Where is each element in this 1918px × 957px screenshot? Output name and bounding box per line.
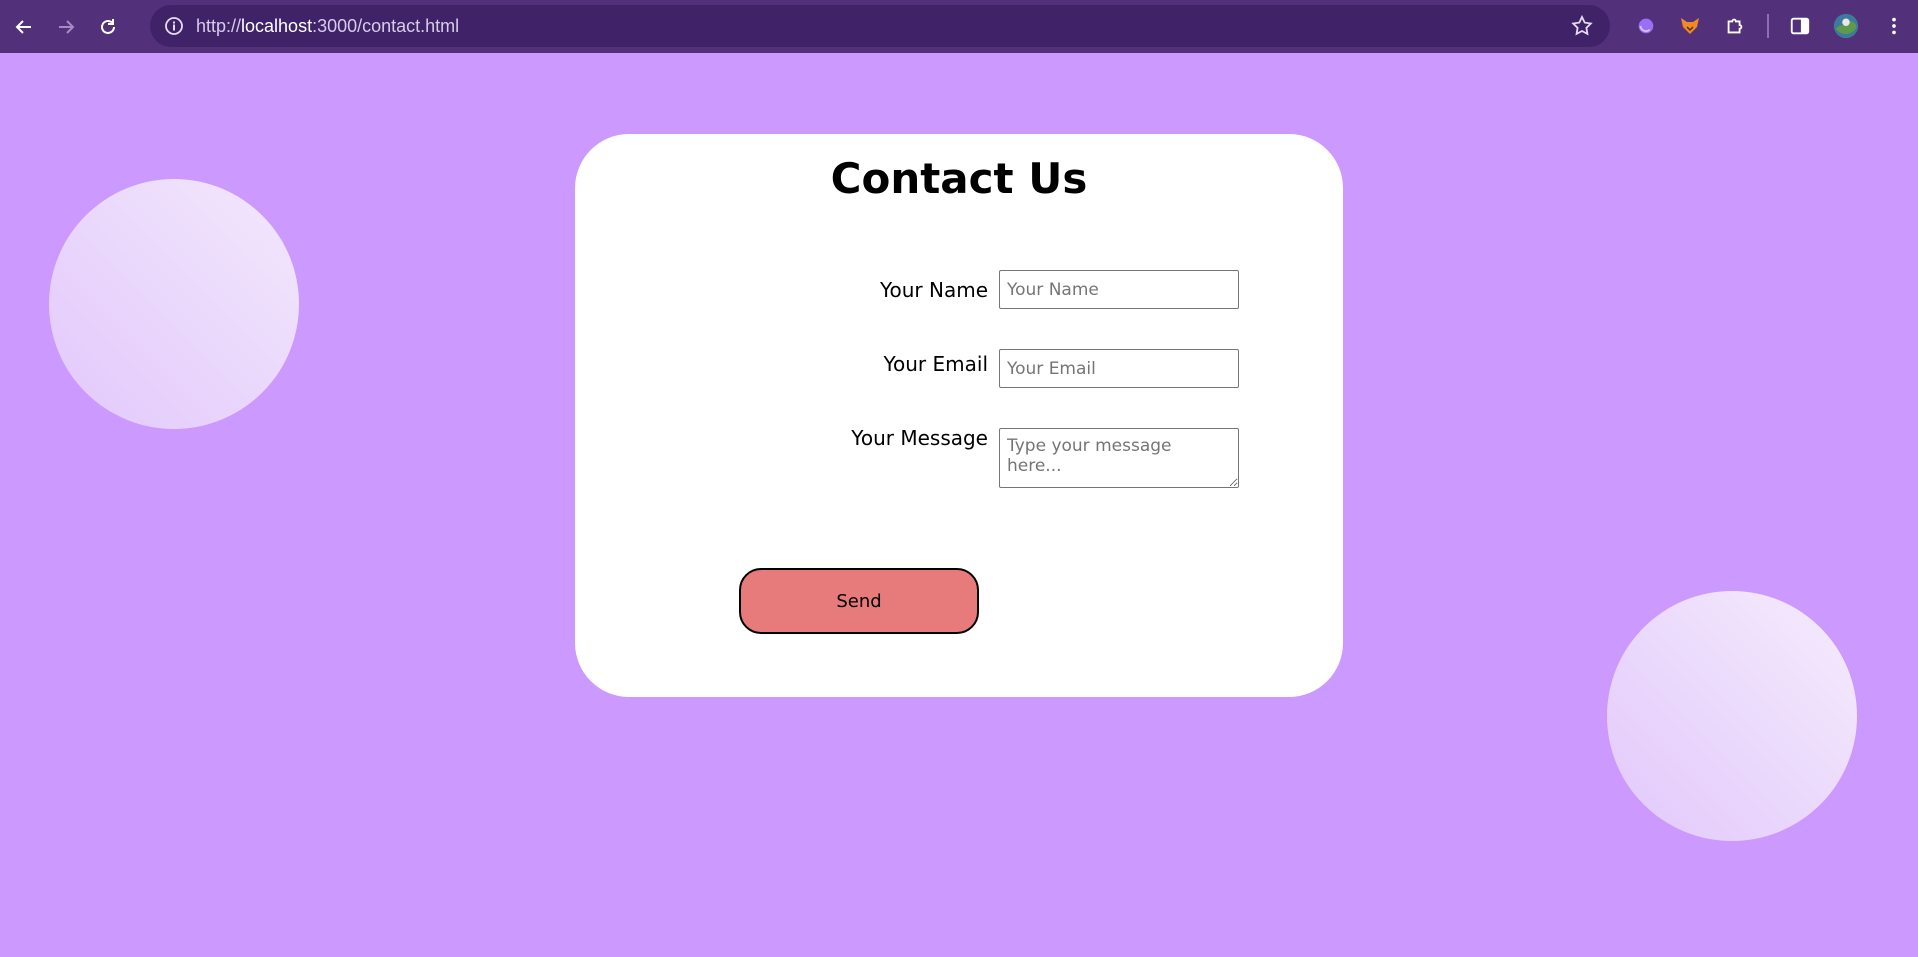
url-text: http://localhost:3000/contact.html [196, 15, 460, 36]
reload-button[interactable] [90, 9, 126, 45]
page-title: Contact Us [830, 154, 1088, 203]
send-button[interactable]: Send [739, 568, 979, 634]
decorative-circle-right [1607, 591, 1857, 841]
arrow-left-icon [15, 19, 31, 34]
message-textarea[interactable] [999, 428, 1239, 488]
message-label: Your Message [851, 426, 988, 450]
toolbar-divider [1767, 14, 1769, 38]
reload-icon [101, 18, 115, 34]
info-icon[interactable] [162, 14, 186, 38]
back-button[interactable] [6, 9, 42, 45]
browser-toolbar: http://localhost:3000/contact.html [0, 0, 1918, 53]
puzzle-extensions-icon[interactable] [1721, 12, 1749, 40]
decorative-circle-left [49, 179, 299, 429]
email-label: Your Email [883, 352, 988, 376]
star-icon[interactable] [1570, 14, 1594, 38]
extension-sphere-icon[interactable] [1632, 12, 1660, 40]
email-input[interactable] [999, 349, 1239, 388]
more-menu-icon[interactable] [1880, 12, 1908, 40]
address-bar[interactable]: http://localhost:3000/contact.html [150, 5, 1610, 47]
fox-extension-icon[interactable] [1676, 12, 1704, 40]
profile-avatar[interactable] [1831, 11, 1861, 41]
forward-button[interactable] [48, 9, 84, 45]
name-label: Your Name [879, 278, 988, 302]
arrow-right-icon [59, 19, 75, 34]
side-panel-icon[interactable] [1786, 12, 1814, 40]
name-input[interactable] [999, 270, 1239, 309]
contact-card: Contact Us Your Name Your Email Your Mes… [575, 134, 1343, 697]
